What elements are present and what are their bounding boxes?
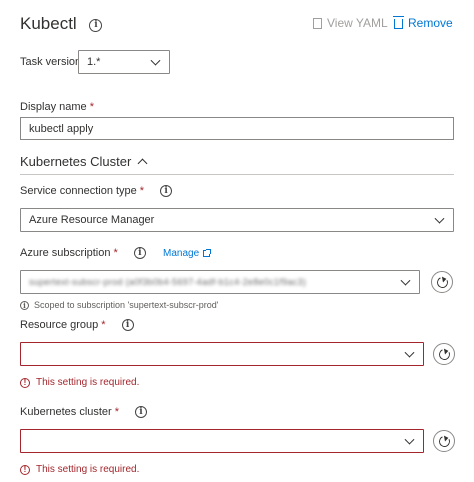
refresh-subscription-button[interactable] (431, 271, 453, 293)
chevron-down-icon (434, 213, 445, 224)
required-marker: * (89, 101, 94, 113)
info-icon[interactable]: i (160, 185, 173, 197)
chevron-down-icon (404, 347, 415, 358)
kubernetes-cluster-label: Kubernetes cluster * i (20, 406, 147, 418)
resource-group-error-text: This setting is required. (36, 377, 140, 388)
azure-subscription-select[interactable]: supertext-subscr-prod (a0f3b0b4-5697-4ad… (20, 270, 420, 294)
service-connection-type-label: Service connection type * i (20, 185, 173, 197)
chevron-down-icon (150, 55, 161, 66)
info-icon: i (20, 300, 29, 310)
view-yaml-button[interactable]: View YAML (313, 16, 388, 30)
resource-group-label-text: Resource group (20, 319, 99, 331)
refresh-resource-group-button[interactable] (433, 343, 455, 365)
kubernetes-cluster-error: ! This setting is required. (20, 464, 139, 475)
azure-subscription-label: Azure subscription * i (20, 247, 146, 259)
refresh-icon (434, 274, 450, 290)
remove-button[interactable]: Remove (393, 16, 453, 30)
azure-subscription-label-text: Azure subscription (20, 247, 111, 259)
section-title: Kubernetes Cluster (20, 154, 132, 169)
task-title: Kubectl i (20, 14, 103, 34)
kubernetes-cluster-select[interactable] (20, 429, 424, 453)
resource-group-error: ! This setting is required. (20, 377, 139, 388)
info-icon[interactable]: i (133, 247, 146, 259)
task-version-label: Task version (20, 56, 82, 68)
required-marker: * (101, 319, 106, 331)
remove-label: Remove (408, 16, 453, 30)
error-icon: ! (20, 377, 30, 388)
refresh-icon (436, 433, 452, 449)
required-marker: * (113, 247, 118, 259)
kubernetes-cluster-error-text: This setting is required. (36, 464, 140, 475)
azure-subscription-value: supertext-subscr-prod (a0f3b0b4-5697-4ad… (29, 277, 307, 287)
display-name-value: kubectl apply (29, 123, 94, 135)
section-divider (20, 174, 454, 175)
required-marker: * (114, 406, 119, 418)
task-version-value: 1.* (87, 56, 101, 68)
display-name-label-text: Display name (20, 101, 87, 113)
error-icon: ! (20, 464, 30, 475)
task-title-text: Kubectl (20, 14, 77, 33)
refresh-cluster-button[interactable] (433, 430, 455, 452)
document-icon (313, 17, 322, 29)
required-marker: * (139, 185, 145, 197)
info-icon[interactable]: i (89, 19, 103, 32)
manage-link[interactable]: Manage (163, 248, 212, 259)
info-icon[interactable]: i (121, 319, 134, 331)
chevron-down-icon (400, 275, 411, 286)
chevron-down-icon (404, 434, 415, 445)
display-name-field[interactable]: kubectl apply (20, 117, 454, 140)
scope-note-text: Scoped to subscription 'supertext-subscr… (34, 300, 219, 310)
subscription-scope-note: i Scoped to subscription 'supertext-subs… (20, 300, 219, 310)
service-connection-type-label-text: Service connection type (20, 185, 137, 197)
resource-group-label: Resource group * i (20, 319, 134, 331)
resource-group-select[interactable] (20, 342, 424, 366)
task-version-select[interactable]: 1.* (78, 50, 170, 74)
info-icon[interactable]: i (135, 406, 147, 418)
refresh-icon (436, 346, 452, 362)
service-connection-type-value: Azure Resource Manager (29, 214, 155, 226)
view-yaml-label: View YAML (327, 16, 388, 30)
trash-icon (393, 16, 404, 29)
service-connection-type-select[interactable]: Azure Resource Manager (20, 208, 454, 232)
kubernetes-cluster-label-text: Kubernetes cluster (20, 406, 112, 418)
chevron-up-icon (137, 158, 148, 169)
display-name-label: Display name * (20, 101, 94, 113)
manage-label: Manage (163, 248, 200, 259)
kubernetes-cluster-section-toggle[interactable]: Kubernetes Cluster (20, 154, 148, 169)
external-link-icon (203, 249, 212, 257)
